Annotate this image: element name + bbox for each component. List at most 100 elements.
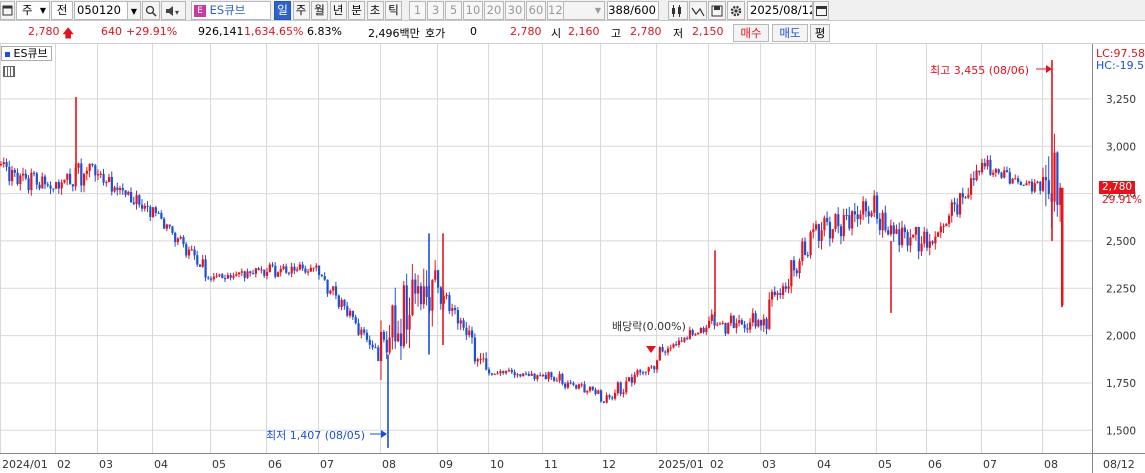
candle-body [274,265,277,277]
save-button[interactable] [708,1,726,20]
candle-body [569,382,572,384]
candle-body [127,191,130,195]
interval-select[interactable]: ▼ [563,1,605,20]
calendar-button[interactable] [813,1,829,20]
candle-body [1033,183,1036,192]
candle-body [260,269,263,271]
candle-body [1056,152,1059,205]
speaker-icon: ▾ [165,6,179,17]
interval-button-1[interactable]: 1 [409,1,426,20]
interval-button-60[interactable]: 60 [526,1,546,20]
candle-body [729,315,733,324]
candle-body [326,279,329,294]
candle-body [108,176,111,183]
candle-body [1022,184,1025,186]
date-input[interactable]: 2025/08/12 [747,1,813,20]
interval-button-20[interactable]: 20 [484,1,504,20]
code-dropdown-button[interactable]: ▼ [127,1,141,20]
turnover: 6.83% [307,25,342,38]
settings-button[interactable] [727,1,745,20]
stock-name-field[interactable]: E ES큐브 [191,1,271,20]
candle-body [1053,152,1056,202]
candle-body [132,202,135,204]
candle-body [320,275,324,277]
period-tab-3[interactable]: 년 [329,1,347,20]
period-tab-6[interactable]: 틱 [385,1,402,20]
dividend-annotation: 배당락(0.00%) [612,320,686,333]
period-tab-0[interactable]: 일 [274,1,291,20]
low-price: 2,150 [692,25,724,38]
sell-button[interactable]: 매도 [772,24,808,42]
candle-body [431,279,434,311]
candle-body [937,232,940,237]
buy-button[interactable]: 매수 [733,24,769,42]
candle-body [533,373,536,380]
candle-body [572,383,575,385]
candle-body [923,231,926,244]
candle-body [185,244,188,256]
candle-body [527,373,530,376]
period-tab-2[interactable]: 월 [311,1,328,20]
candle-body [853,211,857,215]
candle-body [399,333,403,347]
gear-icon [730,5,742,17]
candle-body [226,275,229,279]
candle-body [600,390,603,402]
candle-body [699,327,702,333]
candle-body [168,224,171,227]
interval-button-5[interactable]: 5 [445,1,462,20]
candle-tool-icon [672,5,681,17]
candle-body [751,313,754,323]
price-chart[interactable]: 3,250 3,000 2,750 2,500 2,250 2,000 1,750 1,500… [0,44,1145,473]
code-input[interactable]: 050120 [74,1,128,20]
candle-body [97,174,100,176]
candle-body [462,320,465,328]
candle-body [864,201,868,212]
period-tab-4[interactable]: 분 [348,1,365,20]
candle-body [842,215,845,237]
candle-body [8,166,11,182]
trend-tool-button[interactable] [689,1,707,20]
candle-body [773,291,776,295]
candle-body [368,339,371,345]
price-change-pct: +29.91% [126,25,178,38]
candle-body [961,193,964,198]
candle-body [809,232,812,256]
candle-body [196,255,199,265]
market-select[interactable]: 주 ▼ [16,1,50,20]
candle-body [628,377,631,382]
count-input[interactable]: 388/600 [607,1,659,20]
candle-body [425,286,428,298]
interval-button-3[interactable]: 3 [427,1,444,20]
candle-body [981,162,984,173]
candle-body [848,215,851,229]
candle-body [605,395,608,403]
candle-body [382,331,386,340]
candle-body [721,322,724,324]
candle-body [831,229,834,239]
speaker-button[interactable]: ▾ [161,1,186,20]
chevron-down-icon: ▼ [130,7,138,16]
period-tab-5[interactable]: 초 [366,1,384,20]
window-icon-button[interactable] [0,1,15,20]
candle-body [602,401,605,403]
candle-body [174,232,177,243]
candle-body [876,195,879,219]
candle-body [710,314,713,321]
candle-body [171,226,174,233]
period-tab-1[interactable]: 주 [292,1,310,20]
candle-body [724,322,727,334]
candle-body [959,193,962,215]
grid-toggle-button[interactable] [3,66,15,77]
candle-body [536,375,539,380]
search-button[interactable] [142,1,160,20]
interval-button-30[interactable]: 30 [505,1,525,20]
avg-button[interactable]: 평 [810,24,830,42]
candle-body [391,305,394,338]
candle-body [91,163,94,166]
x-tick-label: 03 [762,458,776,471]
candle-body [1025,183,1028,186]
interval-button-10[interactable]: 10 [463,1,483,20]
chart-tools-button[interactable] [668,1,688,20]
type-select[interactable]: 전 [51,1,73,20]
